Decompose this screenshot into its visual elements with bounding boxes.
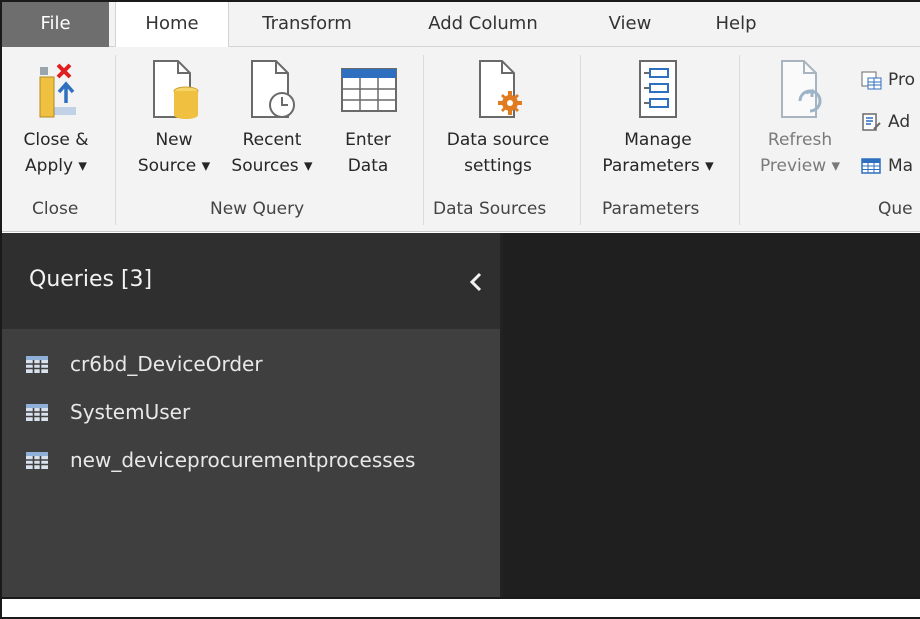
query-list-item[interactable]: SystemUser <box>26 397 190 427</box>
recent-sources-icon <box>251 60 295 118</box>
tab-file[interactable]: File <box>2 2 109 47</box>
manage-parameters-label-2: Parameters ▾ <box>602 156 714 176</box>
table-icon <box>26 452 48 469</box>
tab-transform[interactable]: Transform <box>242 2 372 47</box>
group-separator <box>423 55 424 225</box>
refresh-preview-label-2: Preview ▾ <box>759 156 841 176</box>
advanced-editor-label: Ad <box>888 112 911 132</box>
query-item-label: new_deviceprocurementprocesses <box>70 448 416 472</box>
properties-icon <box>861 71 882 90</box>
refresh-icon <box>781 60 822 118</box>
query-item-label: cr6bd_DeviceOrder <box>70 352 263 376</box>
power-query-window: File Home Transform Add Column View Help… <box>0 0 920 619</box>
data-source-settings-button[interactable]: Data source settings <box>430 57 566 179</box>
manage-parameters-button[interactable]: Manage Parameters ▾ <box>588 57 728 179</box>
advanced-editor-button[interactable]: Ad <box>860 109 910 135</box>
tab-home[interactable]: Home <box>115 2 229 48</box>
refresh-preview-label-1: Refresh <box>767 130 833 150</box>
new-source-icon <box>153 60 199 119</box>
new-source-label-2: Source ▾ <box>137 156 211 176</box>
queries-header: Queries [3] <box>2 233 502 329</box>
group-separator <box>580 55 581 225</box>
recent-sources-button[interactable]: Recent Sources ▾ <box>222 57 322 179</box>
ribbon-tab-bar: File Home Transform Add Column View Help <box>2 2 920 48</box>
close-apply-label-1: Close & <box>23 130 89 150</box>
query-list-item[interactable]: new_deviceprocurementprocesses <box>26 445 415 475</box>
group-separator <box>115 55 116 225</box>
refresh-preview-button[interactable]: Refresh Preview ▾ <box>750 57 850 179</box>
query-list-item[interactable]: cr6bd_DeviceOrder <box>26 349 263 379</box>
group-separator <box>739 55 740 225</box>
recent-sources-label-2: Sources ▾ <box>231 156 313 176</box>
group-label-parameters: Parameters <box>602 199 700 219</box>
manage-button[interactable]: Ma <box>860 153 913 179</box>
data-source-settings-icon <box>479 60 522 118</box>
manage-parameters-icon <box>639 60 677 118</box>
recent-sources-label-1: Recent <box>242 130 302 150</box>
new-source-label-1: New <box>155 130 193 150</box>
enter-data-label-2: Data <box>347 156 389 176</box>
group-label-query: Que <box>878 199 913 219</box>
home-ribbon: Close & Apply ▾ Close New Source ▾ Recen… <box>2 47 920 232</box>
enter-data-label-1: Enter <box>345 130 391 150</box>
advanced-editor-icon <box>862 113 881 131</box>
close-apply-icon <box>39 63 76 118</box>
new-source-button[interactable]: New Source ▾ <box>126 57 222 179</box>
group-label-data-sources: Data Sources <box>433 199 547 219</box>
data-source-settings-label-2: settings <box>464 156 532 176</box>
properties-button[interactable]: Pro <box>860 67 915 93</box>
manage-parameters-label-1: Manage <box>624 130 692 150</box>
queries-pane: Queries [3] cr6bd_DeviceOrder SystemUser <box>2 233 502 597</box>
chevron-left-icon[interactable] <box>464 269 488 295</box>
data-source-settings-label-1: Data source <box>446 130 550 150</box>
manage-table-icon <box>861 158 881 174</box>
tab-help[interactable]: Help <box>698 2 774 47</box>
table-icon <box>26 404 48 421</box>
tab-view[interactable]: View <box>592 2 668 47</box>
table-icon <box>341 68 397 112</box>
preview-area <box>503 233 920 597</box>
status-bar <box>2 597 920 617</box>
enter-data-button[interactable]: Enter Data <box>328 57 408 179</box>
tab-add-column[interactable]: Add Column <box>404 2 562 47</box>
table-icon <box>26 356 48 373</box>
queries-title: Queries [3] <box>29 267 153 292</box>
query-item-label: SystemUser <box>70 400 191 424</box>
group-label-new-query: New Query <box>210 199 305 219</box>
manage-label: Ma <box>888 156 914 176</box>
properties-label: Pro <box>888 70 915 90</box>
close-apply-label-2: Apply ▾ <box>25 156 87 176</box>
group-label-close: Close <box>32 199 79 219</box>
close-apply-button[interactable]: Close & Apply ▾ <box>10 57 102 179</box>
